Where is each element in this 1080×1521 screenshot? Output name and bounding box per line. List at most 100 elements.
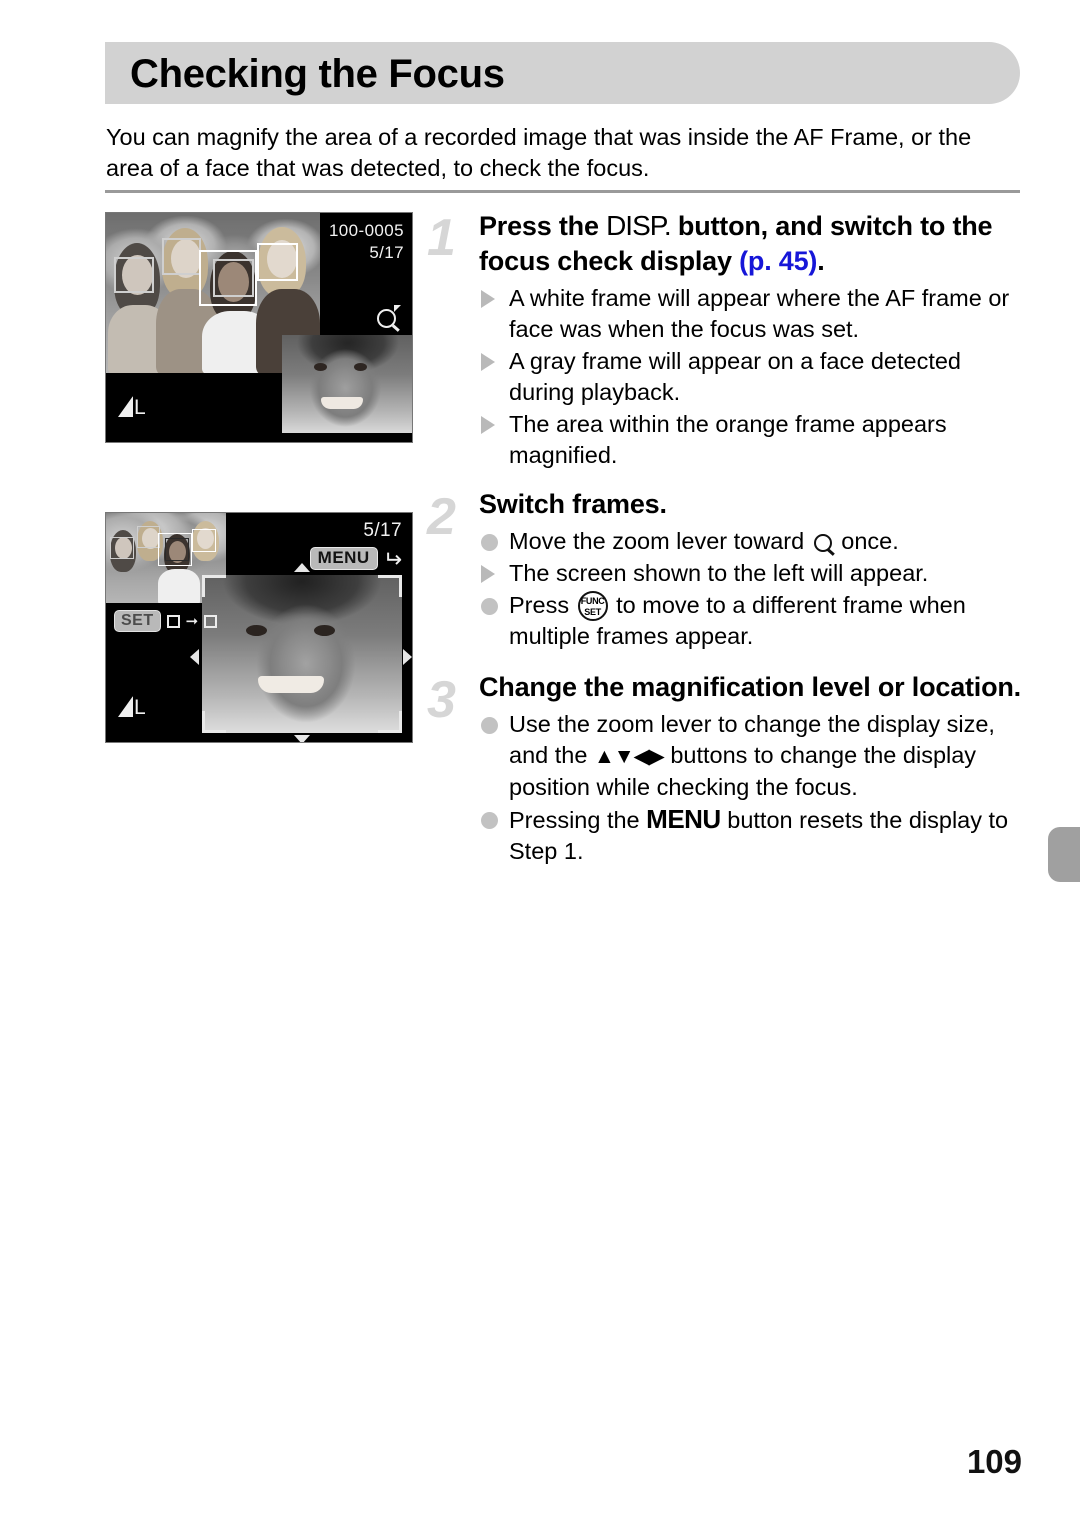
magnifier-flag-icon xyxy=(394,305,401,312)
triangle-bullet-icon xyxy=(481,290,495,308)
magnified-eye xyxy=(314,625,335,636)
step-2-title: Switch frames. xyxy=(479,489,667,519)
disp-button-glyph: DISP. xyxy=(606,210,672,241)
step-1-number: 1 xyxy=(427,209,456,267)
bullet-text-after: once. xyxy=(834,528,899,554)
set-frame-switch-hint: SET ➞ xyxy=(114,610,218,632)
inset-eye xyxy=(354,363,367,371)
circle-bullet-icon xyxy=(481,598,498,615)
return-arrow-icon: ↵ xyxy=(382,545,402,572)
image-quality-icon-2: L xyxy=(118,696,146,719)
quality-size-label: L xyxy=(134,696,146,719)
step-1-title-part1: Press the xyxy=(479,211,607,241)
step-3: 3 Change the magnification level or loca… xyxy=(427,670,1022,867)
crop-bracket-top-left xyxy=(202,575,205,597)
quality-wedge-icon xyxy=(118,696,133,717)
section-divider xyxy=(105,190,1020,193)
magnified-eye xyxy=(246,625,267,636)
steps-column: 1 Press the DISP. button, and switch to … xyxy=(427,208,1022,871)
thumb-face-frame xyxy=(110,537,134,559)
menu-return-hint: MENU ↵ xyxy=(309,545,402,572)
image-counter-text-2: 5/17 xyxy=(363,520,402,541)
frame-square-icon xyxy=(204,614,218,628)
thumb-face-frame xyxy=(137,526,160,548)
bullet-text-before: Pressing the xyxy=(509,807,647,833)
triangle-up-icon xyxy=(294,563,310,572)
quality-wedge-icon xyxy=(118,396,133,417)
page-reference-link[interactable]: (p. 45) xyxy=(739,246,817,276)
quality-size-label: L xyxy=(134,396,146,419)
frame-square-icon xyxy=(166,614,180,628)
magnifier-icon xyxy=(813,534,832,552)
magnified-face-inset xyxy=(282,335,412,433)
camera-screen-magnified-check: 5/17 MENU ↵ SET ➞ L xyxy=(105,512,413,743)
crop-bracket-bottom-left xyxy=(202,730,226,733)
face-detect-frame xyxy=(162,238,201,275)
step-3-number: 3 xyxy=(427,671,456,729)
func-set-line1: FUNC xyxy=(580,596,605,606)
step-1: 1 Press the DISP. button, and switch to … xyxy=(427,208,1022,471)
chapter-tab-marker xyxy=(1048,827,1080,882)
bullet-text-after: to move to a different frame when multip… xyxy=(509,592,966,649)
bullet-text-before: Press xyxy=(509,592,576,618)
menu-text-glyph: MENU xyxy=(646,804,721,834)
thumb-torso xyxy=(158,569,200,605)
func-set-line2: SET xyxy=(584,607,601,617)
bullet-text: A white frame will appear where the AF f… xyxy=(509,285,1010,342)
image-counter-text: 5/17 xyxy=(369,243,404,262)
crop-bracket-top-left xyxy=(202,575,226,578)
circle-bullet-icon xyxy=(481,812,498,829)
triangle-bullet-icon xyxy=(481,416,495,434)
step-2-bullets: Move the zoom lever toward once. The scr… xyxy=(479,526,1022,652)
circle-bullet-icon xyxy=(481,534,498,551)
step-1-title: Press the DISP. button, and switch to th… xyxy=(479,208,1022,279)
magnified-face-image xyxy=(202,575,402,733)
bullet-text: The area within the orange frame appears… xyxy=(509,411,947,468)
bullet-item: The area within the orange frame appears… xyxy=(479,409,1022,471)
crop-bracket-top-right xyxy=(399,575,402,597)
thumb-face-frame xyxy=(192,529,216,552)
bullet-item: A gray frame will appear on a face detec… xyxy=(479,346,1022,408)
bullet-item: Pressing the MENU button resets the disp… xyxy=(479,804,1022,867)
step-2: 2 Switch frames. Move the zoom lever tow… xyxy=(427,487,1022,652)
step-2-number: 2 xyxy=(427,488,456,546)
triangle-left-icon xyxy=(190,649,199,665)
bullet-item: The screen shown to the left will appear… xyxy=(479,558,1022,589)
triangle-bullet-icon xyxy=(481,353,495,371)
step-3-bullets: Use the zoom lever to change the display… xyxy=(479,709,1022,867)
step-1-title-end: . xyxy=(817,246,825,276)
face-detect-frame xyxy=(257,243,298,281)
bullet-item: Use the zoom lever to change the display… xyxy=(479,709,1022,803)
bullet-item: A white frame will appear where the AF f… xyxy=(479,283,1022,345)
triangle-right-icon xyxy=(403,649,412,665)
page-number: 109 xyxy=(966,1443,1022,1480)
file-number-text: 100-0005 xyxy=(328,221,404,240)
arrow-right-icon: ➞ xyxy=(185,612,199,630)
page-title: Checking the Focus xyxy=(130,52,505,96)
step-3-title: Change the magnification level or locati… xyxy=(479,672,1021,702)
func-set-icon: FUNC SET xyxy=(577,591,608,621)
triangle-bullet-icon xyxy=(481,565,495,583)
bullet-text-before: Move the zoom lever toward xyxy=(509,528,811,554)
magnified-mouth xyxy=(258,676,324,693)
thumb-face-frame-inner xyxy=(165,538,189,561)
face-detect-frame-inner xyxy=(213,259,254,297)
magnifier-icon xyxy=(377,305,401,328)
intro-paragraph: You can magnify the area of a recorded i… xyxy=(106,124,972,181)
inset-eye xyxy=(314,363,327,371)
bullet-text: The screen shown to the left will appear… xyxy=(509,560,929,586)
camera-screen-focus-check: 100-0005 5/17 L xyxy=(105,212,413,443)
bullet-item: Press FUNC SET to move to a different fra… xyxy=(479,590,1022,652)
set-badge-label: SET xyxy=(114,610,161,632)
bullet-text: A gray frame will appear on a face detec… xyxy=(509,348,961,405)
menu-badge-label: MENU xyxy=(309,547,378,570)
direction-buttons-icon: ▲▼◀▶ xyxy=(593,745,665,768)
image-quality-icon: L xyxy=(118,396,146,419)
crop-bracket-bottom-left xyxy=(202,711,205,733)
crop-bracket-bottom-right xyxy=(399,711,402,733)
inset-mouth xyxy=(321,397,363,409)
circle-bullet-icon xyxy=(481,717,498,734)
bullet-item: Move the zoom lever toward once. xyxy=(479,526,1022,557)
face-detect-frame xyxy=(114,257,154,293)
triangle-down-icon xyxy=(294,735,310,742)
